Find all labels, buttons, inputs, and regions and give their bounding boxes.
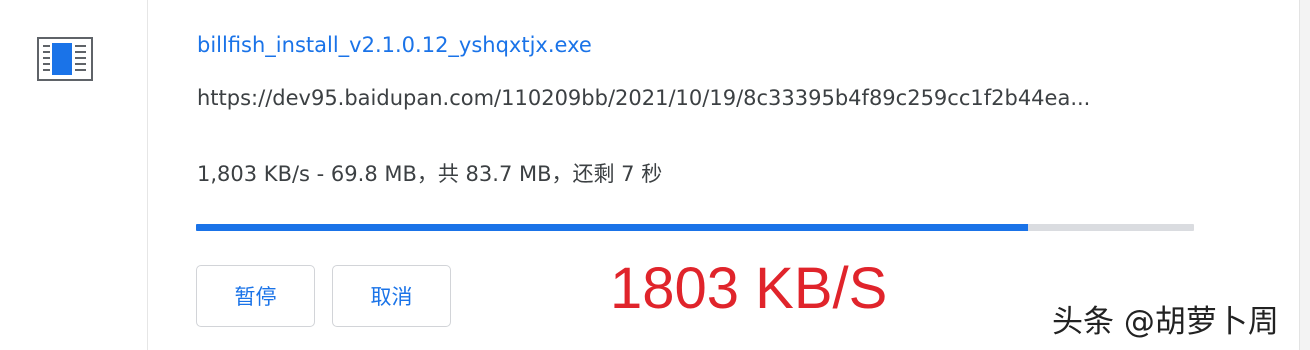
download-progress-bar — [196, 224, 1194, 231]
download-file-name-link[interactable]: billfish_install_v2.1.0.12_yshqxtjx.exe — [197, 33, 592, 57]
download-progress-fill — [196, 224, 1029, 231]
file-window-icon — [37, 37, 93, 81]
download-item-card: billfish_install_v2.1.0.12_yshqxtjx.exe … — [0, 0, 1300, 350]
download-page: billfish_install_v2.1.0.12_yshqxtjx.exe … — [0, 0, 1310, 350]
cancel-button[interactable]: 取消 — [332, 265, 451, 327]
pause-button[interactable]: 暂停 — [196, 265, 315, 327]
file-icon-rail — [0, 0, 148, 350]
speed-overlay-label: 1803 KB/S — [610, 256, 888, 321]
author-watermark: 头条 @胡萝卜周 — [1052, 304, 1279, 340]
download-status-text: 1,803 KB/s - 69.8 MB，共 83.7 MB，还剩 7 秒 — [197, 162, 663, 186]
download-source-url: https://dev95.baidupan.com/110209bb/2021… — [197, 86, 1091, 110]
